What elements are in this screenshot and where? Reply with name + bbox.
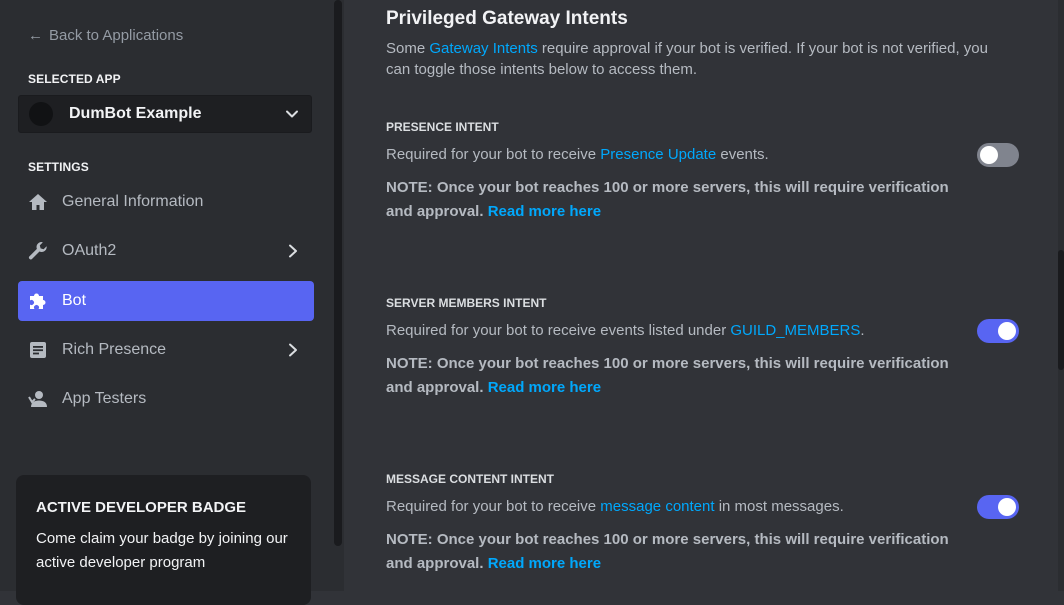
server-members-intent-note: NOTE: Once your bot reaches 100 or more …	[386, 352, 956, 400]
desc-text: in most messages.	[714, 498, 844, 515]
page-title: Privileged Gateway Intents	[386, 8, 628, 29]
presence-intent-note: NOTE: Once your bot reaches 100 or more …	[386, 176, 956, 224]
page-scrollbar-thumb[interactable]	[1058, 250, 1064, 370]
sidebar-item-rich-presence[interactable]: Rich Presence	[18, 330, 314, 370]
chevron-down-icon	[286, 110, 298, 118]
sidebar-scrollbar[interactable]	[332, 0, 344, 591]
gateway-intents-link[interactable]: Gateway Intents	[429, 40, 537, 57]
note-text: NOTE: Once your bot reaches 100 or more …	[386, 531, 949, 572]
toggle-knob	[998, 498, 1016, 516]
read-more-link[interactable]: Read more here	[488, 203, 601, 220]
main-content: Privileged Gateway Intents Some Gateway …	[344, 0, 1064, 591]
sidebar-item-label: General Information	[62, 193, 204, 210]
note-text: NOTE: Once your bot reaches 100 or more …	[386, 355, 949, 396]
sidebar-item-label: OAuth2	[62, 242, 117, 259]
selected-app-heading: SELECTED APP	[28, 72, 121, 86]
back-link-label: Back to Applications	[49, 27, 184, 44]
sidebar-item-label: App Testers	[62, 390, 147, 407]
desc-text: events.	[716, 146, 769, 163]
desc-text: Required for your bot to receive	[386, 498, 601, 515]
note-text: NOTE: Once your bot reaches 100 or more …	[386, 179, 949, 220]
toggle-knob	[980, 146, 998, 164]
app-selector[interactable]: DumBot Example	[18, 95, 312, 133]
message-content-link[interactable]: message content	[600, 498, 714, 515]
active-developer-badge-card[interactable]: ACTIVE DEVELOPER BADGE Come claim your b…	[16, 475, 311, 605]
message-content-intent-toggle[interactable]	[977, 495, 1019, 519]
arrow-left-icon: ←	[28, 27, 43, 44]
server-members-intent-description: Required for your bot to receive events …	[386, 322, 865, 339]
server-members-intent-toggle[interactable]	[977, 319, 1019, 343]
badge-title: ACTIVE DEVELOPER BADGE	[36, 499, 247, 516]
read-more-link[interactable]: Read more here	[488, 379, 601, 396]
sidebar-item-label: Bot	[62, 292, 87, 309]
message-content-intent-label: MESSAGE CONTENT INTENT	[386, 472, 555, 486]
read-more-link[interactable]: Read more here	[488, 555, 601, 572]
desc-text: .	[860, 322, 865, 339]
presence-intent-description: Required for your bot to receive Presenc…	[386, 146, 769, 163]
message-content-intent-note: NOTE: Once your bot reaches 100 or more …	[386, 528, 956, 576]
presence-intent-toggle[interactable]	[977, 143, 1019, 167]
desc-text: Required for your bot to receive	[386, 146, 601, 163]
user-icon	[27, 388, 49, 410]
desc-text: Required for your bot to receive events …	[386, 322, 731, 339]
desc-text: Some	[386, 40, 430, 57]
back-to-applications-link[interactable]: ← Back to Applications	[28, 27, 183, 44]
message-content-intent-description: Required for your bot to receive message…	[386, 498, 844, 515]
sidebar-item-general-information[interactable]: General Information	[18, 182, 314, 222]
presence-intent-label: PRESENCE INTENT	[386, 120, 499, 134]
wrench-icon	[27, 240, 49, 262]
document-icon	[27, 339, 49, 361]
badge-text: Come claim your badge by joining our act…	[36, 530, 288, 571]
guild-members-link[interactable]: GUILD_MEMBERS	[730, 322, 860, 339]
settings-heading: SETTINGS	[28, 160, 89, 174]
sidebar-item-bot[interactable]: Bot	[18, 281, 314, 321]
sidebar-scrollbar-thumb[interactable]	[334, 0, 342, 546]
app-name: DumBot Example	[69, 105, 202, 122]
app-avatar	[29, 102, 53, 126]
puzzle-icon	[27, 290, 49, 312]
presence-update-link[interactable]: Presence Update	[600, 146, 716, 163]
page-scrollbar[interactable]	[1058, 0, 1064, 591]
chevron-right-icon	[289, 343, 297, 357]
server-members-intent-label: SERVER MEMBERS INTENT	[386, 296, 547, 310]
sidebar-item-oauth2[interactable]: OAuth2	[18, 231, 314, 271]
chevron-right-icon	[289, 244, 297, 258]
home-icon	[27, 191, 49, 213]
toggle-knob	[998, 322, 1016, 340]
sidebar: ← Back to Applications SELECTED APP DumB…	[0, 0, 332, 605]
intents-description: Some Gateway Intents require approval if…	[386, 38, 1016, 80]
sidebar-item-label: Rich Presence	[62, 341, 167, 358]
sidebar-item-app-testers[interactable]: App Testers	[18, 379, 314, 419]
